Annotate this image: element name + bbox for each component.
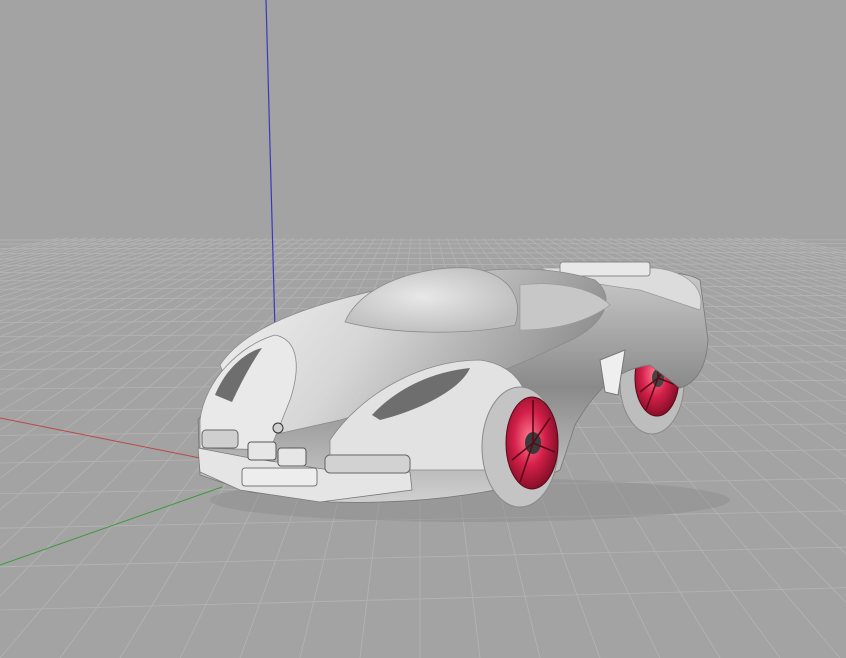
- front-wheel[interactable]: [481, 386, 559, 508]
- left-headlight: [201, 429, 239, 449]
- grid-line: [707, 237, 846, 274]
- grid-line: [0, 237, 106, 264]
- grid-line: [680, 237, 846, 286]
- cockpit-canopy: [344, 267, 518, 333]
- grid-line: [0, 237, 70, 253]
- grid-line: [0, 247, 846, 249]
- grid-line: [0, 587, 846, 611]
- grid-line: [0, 237, 232, 330]
- viewport-canvas[interactable]: [0, 0, 846, 658]
- grid-line: [698, 237, 846, 278]
- hood-badge: [272, 422, 284, 434]
- grid-line: [0, 237, 88, 258]
- right-headlight: [324, 454, 411, 474]
- grid-line: [0, 237, 61, 251]
- grid-line: [0, 237, 169, 288]
- grid-line: [0, 237, 115, 267]
- x-axis-line: [0, 417, 201, 459]
- grid-line: [770, 237, 846, 255]
- y-axis-line: [0, 486, 223, 566]
- license-plate-recess: [241, 467, 318, 487]
- grid-line: [0, 237, 205, 309]
- grid-line: [743, 237, 846, 262]
- z-axis-line: [265, 0, 276, 331]
- grid-line: [0, 237, 160, 284]
- grid-line: [0, 237, 214, 315]
- grid-line: [689, 237, 846, 282]
- grid-line: [0, 237, 97, 261]
- grid-line: [0, 546, 846, 568]
- 3d-viewport[interactable]: [0, 0, 846, 658]
- grid-line: [0, 237, 79, 256]
- grid-line: [734, 237, 846, 265]
- car-model[interactable]: [197, 261, 730, 522]
- grid-line: [0, 237, 223, 322]
- grid-line: [0, 237, 196, 303]
